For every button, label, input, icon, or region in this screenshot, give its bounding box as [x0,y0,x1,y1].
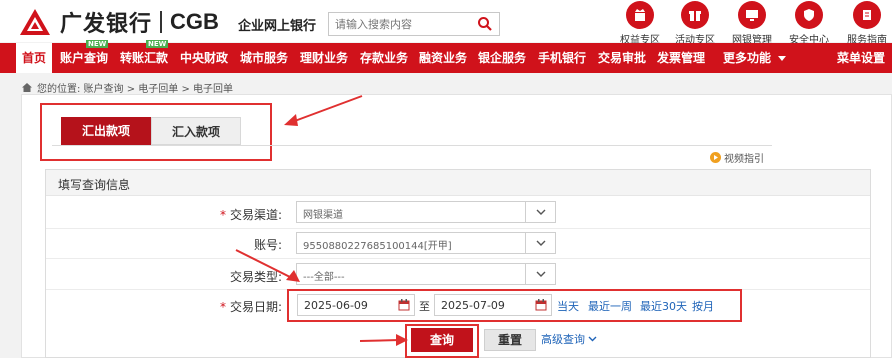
nav-item-bank-enterprise[interactable]: 银企服务 [478,43,526,73]
nav-item-wealth[interactable]: 理财业务 [300,43,348,73]
channel-value: 网银渠道 [303,210,343,221]
quick-date-by-month[interactable]: 按月 [692,298,714,314]
logo-divider [160,11,163,33]
channel-label-text: 交易渠道: [230,208,283,222]
search-icon[interactable] [477,16,493,32]
nav-item-more[interactable]: 更多功能 [723,43,771,73]
tab-divider [52,145,772,146]
account-value: 9550880227685100144[开甲] [303,241,452,252]
nav-item-mobile-bank[interactable]: 手机银行 [538,43,586,73]
account-select[interactable]: 9550880227685100144[开甲] [296,232,556,254]
date-to-value: 2025-07-09 [441,299,505,312]
nav-item-transfer[interactable]: 转账汇款 NEW [120,40,169,73]
bank-subtitle: 企业网上银行 [238,19,317,34]
date-label: * 交易日期: [220,298,282,315]
advanced-query-link[interactable]: 高级查询 [541,331,597,347]
quick-link-ebank-mgmt[interactable]: 网银管理 [724,0,780,46]
chevron-down-icon[interactable] [525,264,555,284]
quick-link-security[interactable]: 安全中心 [781,0,837,46]
cgb-logo-icon [18,7,52,37]
date-range-separator: 至 [419,300,430,313]
nav-item-city-service[interactable]: 城市服务 [240,43,288,73]
quick-date-today[interactable]: 当天 [557,298,579,314]
type-select[interactable]: ---全部--- [296,263,556,285]
row-divider [46,228,870,229]
chevron-down-icon[interactable] [778,56,786,61]
logo-en-text: CGB [170,9,219,34]
search-box [328,12,500,36]
form-header: 填写查询信息 [46,170,870,196]
breadcrumb: 您的位置: 账户查询 > 电子回单 > 电子回单 [22,80,233,95]
main-nav: 首页 账户查询 NEW 转账汇款 NEW 中央财政 城市服务 理财业务 存款业务 融… [0,40,892,73]
nav-item-label: 转账汇款 [120,51,169,65]
top-header: 广发银行 CGB 企业网上银行 权益专区 活动专区 网银管理 安全中心 [0,0,892,46]
search-input[interactable] [329,13,469,35]
new-badge: NEW [86,40,109,48]
calendar-icon[interactable] [535,299,547,311]
row-divider [46,258,870,259]
tab-outgoing[interactable]: 汇出款项 [61,117,151,145]
required-asterisk: * [220,208,226,222]
chevron-down-icon [588,336,597,342]
play-icon [710,152,721,163]
query-button[interactable]: 查询 [411,328,473,352]
account-label: 账号: [254,238,283,252]
nav-item-approval[interactable]: 交易审批 [598,43,646,73]
type-label: 交易类型: [230,270,283,284]
nav-item-financing[interactable]: 融资业务 [419,43,467,73]
video-guide-link[interactable]: 视频指引 [710,150,764,165]
video-guide-label: 视频指引 [724,154,764,165]
channel-select[interactable]: 网银渠道 [296,201,556,223]
chevron-down-icon[interactable] [525,233,555,253]
date-label-text: 交易日期: [230,300,283,314]
required-asterisk: * [220,300,226,314]
nav-item-account-query[interactable]: 账户查询 NEW [60,40,109,73]
nav-item-menu-settings[interactable]: 菜单设置 [837,43,885,73]
breadcrumb-text: 您的位置: 账户查询 > 电子回单 > 电子回单 [37,84,234,95]
form-title: 填写查询信息 [58,178,131,192]
bank-logo[interactable]: 广发银行 CGB [18,6,219,38]
nav-item-central-finance[interactable]: 中央财政 [180,43,228,73]
date-from-input[interactable]: 2025-06-09 [297,294,415,316]
quick-link-activity[interactable]: 活动专区 [667,0,723,46]
chevron-down-icon[interactable] [525,202,555,222]
nav-item-invoice[interactable]: 发票管理 [657,43,705,73]
quick-date-last-30-days[interactable]: 最近30天 [640,298,687,314]
quick-date-last-week[interactable]: 最近一周 [588,298,632,314]
quick-link-rights[interactable]: 权益专区 [612,0,668,46]
gift-box-icon [681,1,709,29]
date-to-input[interactable]: 2025-07-09 [434,294,552,316]
channel-label: * 交易渠道: [220,206,282,223]
book-icon [853,1,881,29]
shield-icon [795,1,823,29]
type-value: ---全部--- [303,272,345,283]
advanced-query-label: 高级查询 [541,333,585,346]
new-badge: NEW [146,40,169,48]
nav-item-home[interactable]: 首页 [16,43,52,73]
calendar-icon[interactable] [398,299,410,311]
gift-crown-icon [626,1,654,29]
reset-button[interactable]: 重置 [484,329,536,351]
nav-item-deposit[interactable]: 存款业务 [360,43,408,73]
tab-incoming[interactable]: 汇入款项 [151,117,241,145]
quick-link-guide[interactable]: 服务指南 [839,0,892,46]
date-from-value: 2025-06-09 [304,299,368,312]
monitor-icon [738,1,766,29]
home-icon[interactable] [22,83,32,92]
nav-item-label: 账户查询 [60,51,109,65]
logo-cn-text: 广发银行 [60,12,153,37]
